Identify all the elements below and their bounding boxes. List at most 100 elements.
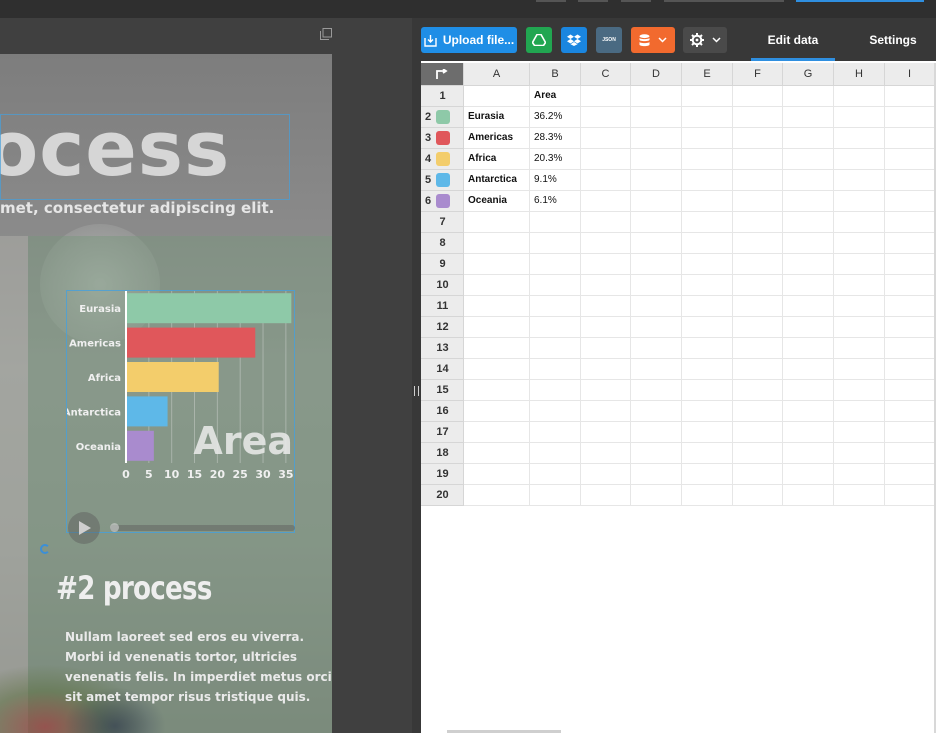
- table-cell[interactable]: [885, 380, 935, 401]
- table-cell[interactable]: [885, 443, 935, 464]
- table-cell[interactable]: [783, 296, 834, 317]
- table-cell[interactable]: [631, 338, 682, 359]
- table-cell[interactable]: [631, 380, 682, 401]
- table-cell[interactable]: [464, 338, 530, 359]
- row-header[interactable]: 13: [421, 338, 464, 359]
- column-header[interactable]: F: [733, 63, 783, 86]
- table-cell[interactable]: [631, 107, 682, 128]
- table-cell[interactable]: [885, 338, 935, 359]
- table-cell[interactable]: [581, 233, 631, 254]
- table-cell[interactable]: [733, 443, 783, 464]
- table-cell[interactable]: [631, 254, 682, 275]
- table-cell[interactable]: [834, 233, 885, 254]
- table-cell[interactable]: [682, 170, 733, 191]
- table-cell[interactable]: [581, 422, 631, 443]
- table-cell[interactable]: [885, 485, 935, 506]
- row-header[interactable]: 15: [421, 380, 464, 401]
- table-cell[interactable]: [733, 359, 783, 380]
- table-cell[interactable]: [682, 317, 733, 338]
- table-cell[interactable]: [733, 296, 783, 317]
- table-cell[interactable]: [834, 401, 885, 422]
- table-cell[interactable]: [834, 275, 885, 296]
- row-header[interactable]: 6: [421, 191, 464, 212]
- row-header[interactable]: 3: [421, 128, 464, 149]
- table-cell[interactable]: [631, 317, 682, 338]
- top-primary-button[interactable]: [796, 0, 924, 2]
- select-all-corner[interactable]: [421, 63, 464, 86]
- slide[interactable]: ocess met, consectetur adipiscing elit. …: [0, 54, 332, 733]
- table-cell[interactable]: [682, 149, 733, 170]
- table-cell[interactable]: 20.3%: [530, 149, 581, 170]
- dropbox-button[interactable]: [561, 27, 587, 53]
- table-cell[interactable]: [682, 107, 733, 128]
- table-cell[interactable]: [834, 170, 885, 191]
- table-cell[interactable]: [783, 485, 834, 506]
- table-cell[interactable]: [631, 212, 682, 233]
- row-header[interactable]: 2: [421, 107, 464, 128]
- table-cell[interactable]: [834, 443, 885, 464]
- table-cell[interactable]: [682, 359, 733, 380]
- chart-selection-box[interactable]: Area Eurasia Americas Africa Antarctica Ocean…: [66, 290, 295, 533]
- table-cell[interactable]: [682, 212, 733, 233]
- table-cell[interactable]: [834, 380, 885, 401]
- table-cell[interactable]: [733, 86, 783, 107]
- table-cell[interactable]: [530, 233, 581, 254]
- table-cell[interactable]: [885, 359, 935, 380]
- column-header[interactable]: C: [581, 63, 631, 86]
- table-cell[interactable]: [530, 443, 581, 464]
- table-cell[interactable]: [783, 149, 834, 170]
- row-header[interactable]: 14: [421, 359, 464, 380]
- table-cell[interactable]: [885, 128, 935, 149]
- series-color-swatch[interactable]: [436, 194, 450, 208]
- table-cell[interactable]: [834, 338, 885, 359]
- table-cell[interactable]: [834, 128, 885, 149]
- table-cell[interactable]: [682, 422, 733, 443]
- table-cell[interactable]: [530, 317, 581, 338]
- table-cell[interactable]: [464, 233, 530, 254]
- column-header[interactable]: G: [783, 63, 834, 86]
- table-cell[interactable]: [733, 338, 783, 359]
- column-header[interactable]: D: [631, 63, 682, 86]
- table-cell[interactable]: [783, 401, 834, 422]
- row-header[interactable]: 12: [421, 317, 464, 338]
- table-cell[interactable]: [733, 464, 783, 485]
- table-cell[interactable]: [581, 212, 631, 233]
- table-cell[interactable]: 6.1%: [530, 191, 581, 212]
- tab-settings[interactable]: Settings: [859, 18, 927, 61]
- table-cell[interactable]: [733, 170, 783, 191]
- column-header[interactable]: B: [530, 63, 581, 86]
- table-cell[interactable]: [682, 254, 733, 275]
- table-cell[interactable]: [733, 254, 783, 275]
- tab-edit-data[interactable]: Edit data: [751, 18, 835, 61]
- upload-file-button[interactable]: Upload file...: [421, 27, 517, 53]
- table-cell[interactable]: [530, 422, 581, 443]
- table-cell[interactable]: [783, 380, 834, 401]
- row-header[interactable]: 4: [421, 149, 464, 170]
- table-cell[interactable]: [631, 170, 682, 191]
- table-cell[interactable]: [885, 212, 935, 233]
- table-cell[interactable]: [464, 485, 530, 506]
- row-header[interactable]: 16: [421, 401, 464, 422]
- row-header[interactable]: 7: [421, 212, 464, 233]
- table-cell[interactable]: [885, 170, 935, 191]
- table-cell[interactable]: [581, 296, 631, 317]
- table-cell[interactable]: [530, 401, 581, 422]
- table-cell[interactable]: [885, 149, 935, 170]
- table-cell[interactable]: [581, 380, 631, 401]
- table-cell[interactable]: [783, 128, 834, 149]
- table-cell[interactable]: [631, 233, 682, 254]
- table-cell[interactable]: [733, 485, 783, 506]
- table-cell[interactable]: [464, 401, 530, 422]
- table-cell[interactable]: [530, 296, 581, 317]
- table-cell[interactable]: [682, 86, 733, 107]
- table-cell[interactable]: [682, 296, 733, 317]
- row-header[interactable]: 18: [421, 443, 464, 464]
- title-selection-box[interactable]: [0, 114, 290, 200]
- table-cell[interactable]: Eurasia: [464, 107, 530, 128]
- table-cell[interactable]: [631, 86, 682, 107]
- table-cell[interactable]: [783, 233, 834, 254]
- table-cell[interactable]: [885, 401, 935, 422]
- table-cell[interactable]: [464, 296, 530, 317]
- table-cell[interactable]: [530, 359, 581, 380]
- table-cell[interactable]: [682, 233, 733, 254]
